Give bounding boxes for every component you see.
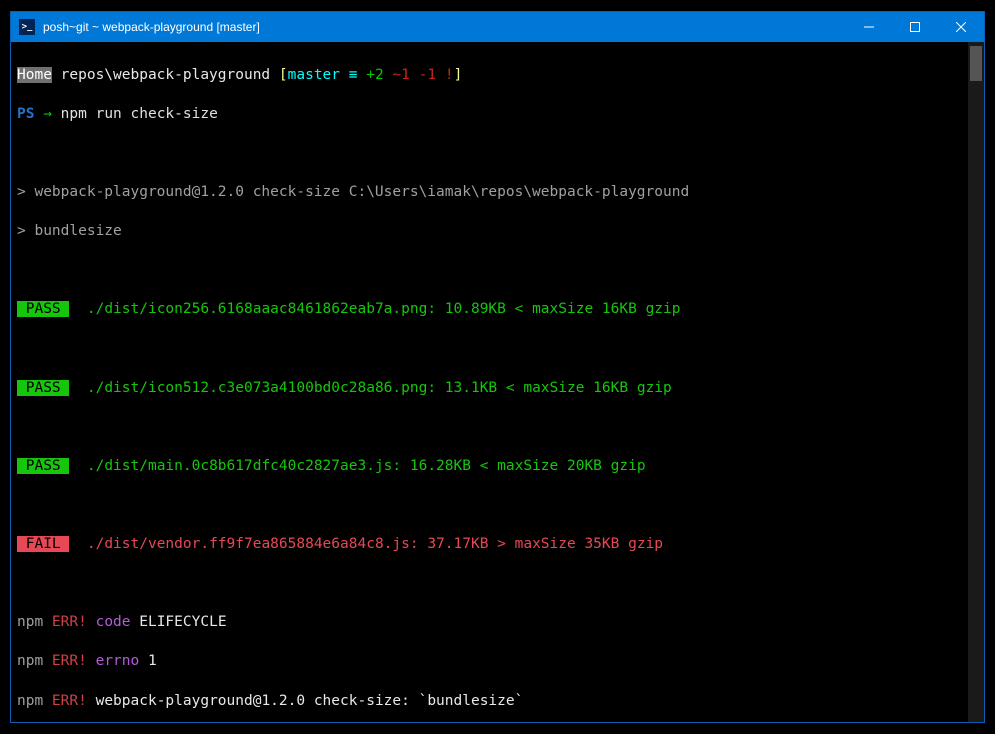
- result-line: ./dist/main.0c8b617dfc40c2827ae3.js: 16.…: [87, 458, 646, 474]
- result-line: ./dist/vendor.ff9f7ea865884e6a84c8.js: 3…: [87, 536, 663, 552]
- fail-badge: FAIL: [17, 536, 69, 552]
- close-button[interactable]: [938, 12, 984, 42]
- scrollbar[interactable]: [968, 42, 984, 722]
- titlebar-left: >_ posh~git ~ webpack-playground [master…: [11, 19, 260, 35]
- home-badge: Home: [17, 67, 52, 83]
- terminal-body[interactable]: Home repos\webpack-playground [master ≡ …: [11, 42, 984, 722]
- terminal-output: Home repos\webpack-playground [master ≡ …: [17, 46, 978, 722]
- maximize-button[interactable]: [892, 12, 938, 42]
- terminal-window: >_ posh~git ~ webpack-playground [master…: [10, 11, 985, 723]
- powershell-icon: >_: [19, 19, 35, 35]
- pass-badge: PASS: [17, 380, 69, 396]
- result-line: ./dist/icon256.6168aaac8461862eab7a.png:…: [87, 301, 681, 317]
- titlebar[interactable]: >_ posh~git ~ webpack-playground [master…: [11, 12, 984, 42]
- window-controls: [846, 12, 984, 42]
- scrollbar-thumb[interactable]: [970, 46, 982, 81]
- pass-badge: PASS: [17, 301, 69, 317]
- minimize-button[interactable]: [846, 12, 892, 42]
- result-line: ./dist/icon512.c3e073a4100bd0c28a86.png:…: [87, 380, 672, 396]
- window-title: posh~git ~ webpack-playground [master]: [43, 20, 260, 34]
- pass-badge: PASS: [17, 458, 69, 474]
